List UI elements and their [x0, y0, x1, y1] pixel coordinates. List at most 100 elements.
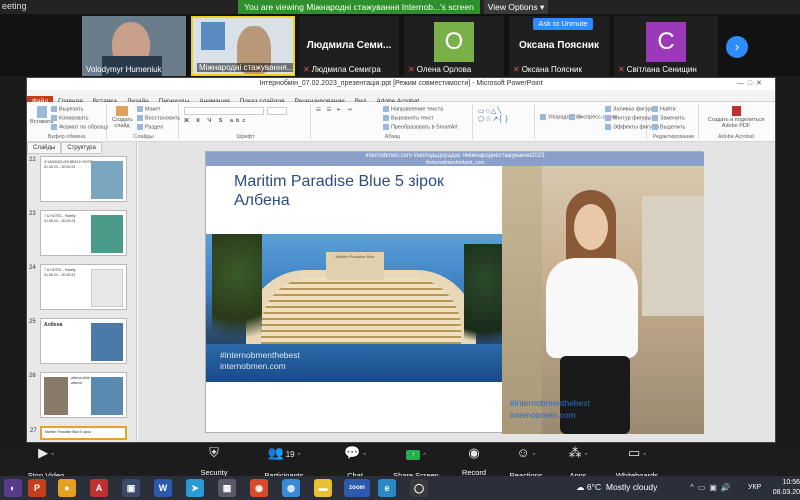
next-page-icon[interactable]: ›: [726, 36, 748, 58]
participant-tile-avatar[interactable]: С ✕ Світлана Сенищин: [614, 16, 718, 76]
font-name-select[interactable]: [184, 107, 264, 115]
replace-button[interactable]: Заменить: [652, 115, 685, 121]
weather-widget[interactable]: ☁ 6°C Mostly cloudy: [576, 482, 657, 493]
replace-icon: [652, 115, 658, 121]
language-indicator[interactable]: УКР: [748, 484, 761, 491]
app-icon-blue[interactable]: ◍: [282, 479, 300, 497]
people-icon: 👥 19 ^: [267, 445, 301, 460]
window-controls-icon[interactable]: — □ ✕: [737, 79, 762, 87]
select-icon: [652, 124, 658, 130]
ribbon: Вставить Вырезать Копировать Формат по о…: [27, 102, 775, 142]
find-button[interactable]: Найти: [652, 106, 676, 112]
restore-icon: [137, 115, 143, 121]
clock[interactable]: 10:56 08.03.20: [768, 478, 800, 498]
slide-header-hashtags: internobmen.com #молодьдорадас #міжнарод…: [365, 153, 545, 159]
record-button[interactable]: ◉ Record: [444, 444, 504, 480]
shape-outline-button[interactable]: Контур фигуры: [605, 115, 651, 121]
slide-thumbnail[interactable]: 26 albena slide albena: [29, 372, 127, 418]
slide-thumbnail-selected[interactable]: 27 Maritim Paradise Blue 5 зірок: [30, 426, 127, 440]
effects-icon: [605, 124, 611, 130]
calculator-icon[interactable]: ▦: [218, 479, 236, 497]
time: 10:56: [782, 479, 800, 486]
slide-title[interactable]: Maritim Paradise Blue 5 зірок Албена: [234, 172, 504, 210]
text-direction-button[interactable]: Направление текста: [383, 106, 443, 112]
participant-display-name: Людмила Семи...: [306, 40, 392, 51]
browser-icon[interactable]: ◉: [250, 479, 268, 497]
slide-canvas: internobmen.com #молодьдорадас #міжнарод…: [138, 142, 775, 442]
slide-thumbnail[interactable]: 25 Албена: [29, 318, 127, 364]
hotel-photo[interactable]: Maritim Paradise Blue #internobmenthebes…: [206, 234, 502, 382]
copy-button[interactable]: Копировать: [51, 115, 89, 121]
participant-display-name: Оксана Поясник: [518, 40, 600, 51]
ribbon-tabs: ФайлГлавнаяВставкаДизайнПереходыАнимация…: [27, 90, 775, 108]
mic-muted-icon: ✕: [618, 65, 625, 74]
shapes-group: ▭○△╲ ⬠☆↗{ }: [475, 104, 535, 140]
shapes-gallery[interactable]: ▭○△╲ ⬠☆↗{ }: [478, 107, 509, 123]
create-pdf-button[interactable]: Создать и поделиться Adobe PDF: [703, 106, 769, 129]
shape-fill-button[interactable]: Заливка фигуры: [605, 106, 655, 112]
participant-name: Міжнародні стажування...: [197, 63, 294, 72]
hotel-tower: Maritim Paradise Blue: [326, 252, 384, 280]
tab-slides[interactable]: Слайды: [27, 142, 62, 154]
font-group: Ж К Ч S abc Шрифт: [181, 104, 311, 140]
editing-group: Найти Заменить Выделить Редактирование: [649, 104, 699, 140]
format-painter-button[interactable]: Формат по образцу: [51, 124, 108, 130]
app-icon-archive[interactable]: ▣: [122, 479, 140, 497]
participant-tile-name[interactable]: Людмила Семи... ✕ Людмила Семигра: [299, 16, 399, 76]
participant-name: Volodymyr Humeniuk: [86, 65, 162, 74]
font-size-select[interactable]: [267, 107, 287, 115]
cut-button[interactable]: Вырезать: [51, 106, 83, 112]
word-icon[interactable]: W: [154, 479, 172, 497]
file-explorer-icon[interactable]: ▬: [314, 479, 332, 497]
edge-icon[interactable]: e: [378, 479, 396, 497]
slide-thumbnail[interactable]: 23 7 & HOTEL - Hotelly 01.05.23 – 30.09.…: [29, 210, 127, 256]
acrobat-group: Создать и поделиться Adobe PDF Adobe Acr…: [701, 104, 771, 140]
watermark-url: internobmen.com: [220, 361, 286, 371]
font-format-buttons[interactable]: Ж К Ч S abc: [184, 118, 248, 124]
app-icon-media[interactable]: ◐: [4, 479, 22, 497]
powerpoint-icon[interactable]: P: [28, 479, 46, 497]
list-buttons[interactable]: ☰ ☰ ⇤ ⇥: [316, 107, 354, 113]
participant-tile-presenter[interactable]: Міжнародні стажування...: [191, 16, 295, 76]
view-options-button[interactable]: View Options ▾: [484, 0, 548, 14]
slides-group: Создать слайд Макет Восстановить Раздел …: [109, 104, 180, 140]
align-text-button[interactable]: Выровнять текст: [383, 115, 434, 121]
participant-tile-avatar[interactable]: О ✕ Олена Орлова: [404, 16, 504, 76]
security-button[interactable]: ⛨ Security: [184, 444, 244, 480]
current-slide[interactable]: internobmen.com #молодьдорадас #міжнарод…: [205, 151, 704, 434]
avatar: О: [434, 22, 474, 62]
arrange-icon: [540, 114, 546, 120]
zoom-icon[interactable]: zoom: [344, 479, 370, 497]
slide-thumbnail[interactable]: 24 7 & HOTEL - Hotelly 01.05.23 – 30.09.…: [29, 264, 127, 310]
telegram-icon[interactable]: ➤: [186, 479, 204, 497]
copy-icon: [51, 115, 57, 121]
brush-icon: [51, 124, 57, 130]
chrome-icon[interactable]: ●: [58, 479, 76, 497]
participant-tile-video[interactable]: Volodymyr Humeniuk: [82, 16, 186, 76]
person-photo[interactable]: #internobmenthebest internobmen.com: [502, 166, 704, 434]
avatar: С: [646, 22, 686, 62]
create-slide-button[interactable]: Создать слайд: [112, 106, 133, 129]
select-button[interactable]: Выделить: [652, 124, 685, 130]
pdf-reader-icon[interactable]: A: [90, 479, 108, 497]
tab-outline[interactable]: Структура: [61, 142, 102, 154]
participant-name: Олена Орлова: [416, 65, 472, 74]
layout-button[interactable]: Макет: [137, 106, 161, 112]
find-icon: [652, 106, 658, 112]
date: 08.03.20: [772, 489, 800, 496]
whiteboard-icon: ▭ ^: [627, 445, 647, 460]
system-tray-icons[interactable]: ^▭▣🔊: [690, 483, 735, 492]
ask-to-unmute-button[interactable]: Ask to Unmute: [533, 18, 593, 30]
paste-button[interactable]: Вставить: [30, 106, 53, 125]
app-icon-dark[interactable]: ◯: [410, 479, 428, 497]
watermark-hashtag: #internobmenthebest: [220, 350, 300, 360]
apps-icon: ⁂ ^: [568, 445, 588, 460]
slide-thumbnail[interactable]: 22 4* MAGNOLIYA BEACH HOTEL 01.05.23 – 3…: [29, 156, 127, 202]
ppt-title-bar: Інтернобмін_07.02.2023_презентація.ppt […: [27, 78, 775, 90]
hotel-floors: [261, 278, 461, 348]
paste-icon: [36, 106, 47, 118]
section-button[interactable]: Раздел: [137, 124, 163, 130]
smartart-button[interactable]: Преобразовать в SmartArt: [383, 124, 458, 130]
scissors-icon: [51, 106, 57, 112]
restore-button[interactable]: Восстановить: [137, 115, 180, 121]
